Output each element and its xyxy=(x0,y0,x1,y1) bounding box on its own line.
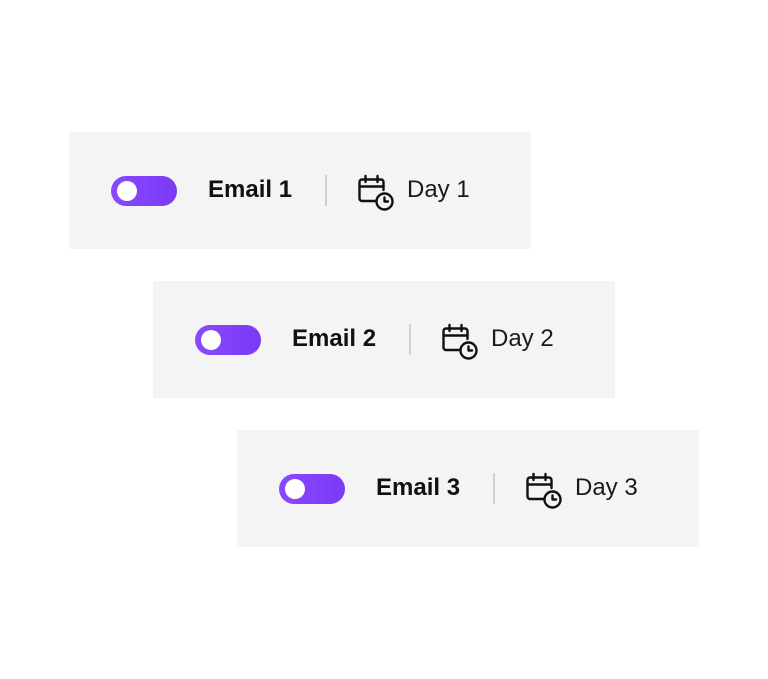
email-schedule-row: Email 3 Day 3 xyxy=(237,430,699,547)
email-toggle[interactable] xyxy=(111,176,177,206)
email-toggle[interactable] xyxy=(279,474,345,504)
day-label: Day 1 xyxy=(407,176,470,203)
day-label: Day 3 xyxy=(575,474,638,501)
email-label: Email 3 xyxy=(376,474,461,501)
email-schedule-row: Email 2 Day 2 xyxy=(153,281,615,398)
calendar-clock-icon xyxy=(442,323,478,360)
email-schedule-row: Email 1 Day 1 xyxy=(69,132,531,249)
toggle-knob xyxy=(285,479,305,499)
toggle-knob xyxy=(117,181,137,201)
email-label: Email 2 xyxy=(292,325,377,352)
email-toggle[interactable] xyxy=(195,325,261,355)
divider xyxy=(409,324,411,355)
calendar-clock-icon xyxy=(358,174,394,211)
email-label: Email 1 xyxy=(208,176,293,203)
divider xyxy=(493,473,495,504)
divider xyxy=(325,175,327,206)
toggle-knob xyxy=(201,330,221,350)
calendar-clock-icon xyxy=(526,472,562,509)
day-label: Day 2 xyxy=(491,325,554,352)
